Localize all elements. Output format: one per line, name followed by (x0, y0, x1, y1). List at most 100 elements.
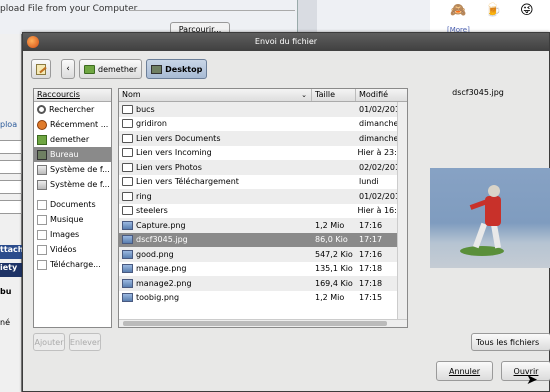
file-name-cell: good.png (119, 249, 312, 259)
bookmark-item[interactable]: Images (34, 227, 111, 242)
page-field[interactable] (0, 180, 22, 194)
column-modified-header[interactable]: Modifié (356, 89, 407, 101)
file-row[interactable]: dscf3045.jpg 86,0 Kio 17:17 (119, 232, 407, 247)
cancel-label: Annuler (448, 366, 481, 376)
home-folder-icon (84, 64, 95, 74)
file-name: Capture.png (136, 220, 186, 230)
file-row[interactable]: gridiron dimanche (119, 117, 407, 132)
place-label: Bureau (50, 150, 79, 159)
file-name-cell: manage2.png (119, 278, 312, 288)
place-item[interactable]: Système de f... (34, 177, 111, 192)
smiley-icon[interactable]: 🍺 (485, 3, 501, 18)
file-name-cell: Capture.png (119, 220, 312, 230)
folder-icon (122, 177, 133, 187)
bookmark-item[interactable]: Vidéos (34, 242, 111, 257)
place-item[interactable]: Système de f... (34, 162, 111, 177)
figurine-leg (472, 222, 488, 249)
file-size: 1,2 Mio (315, 293, 345, 303)
bookmark-item[interactable]: Télécharge... (34, 257, 111, 272)
folder-icon (37, 229, 47, 240)
file-row[interactable]: Lien vers Photos 02/02/2010 (119, 160, 407, 175)
dialog-titlebar[interactable]: Envoi du fichier (23, 33, 549, 51)
place-item[interactable]: demether (34, 132, 111, 147)
bookmark-label: Vidéos (50, 245, 77, 254)
page-field[interactable] (0, 140, 22, 154)
file-type-filter[interactable]: Tous les fichiers (471, 333, 550, 351)
places-panel: Raccourcis Rechercher Récemment ... demeth… (33, 88, 112, 328)
file-row[interactable]: Lien vers Incoming Hier à 23:45 (119, 146, 407, 161)
file-name-cell: Lien vers Incoming (119, 148, 311, 158)
place-label: Système de f... (50, 165, 110, 174)
place-item[interactable]: Récemment ... (34, 117, 111, 132)
page-label: né (0, 318, 10, 327)
upload-label: pload File from your Computer (0, 4, 138, 14)
place-label: demether (50, 135, 90, 144)
folder-icon (122, 133, 133, 143)
place-item[interactable]: Rechercher (34, 102, 111, 117)
file-row[interactable]: bucs 01/02/2010 (119, 102, 407, 117)
image-file-icon (122, 278, 133, 288)
folder-icon (37, 199, 47, 210)
place-item[interactable]: Bureau (34, 147, 111, 162)
cancel-button[interactable]: Annuler (436, 361, 493, 381)
file-row[interactable]: ring 01/02/2010 (119, 189, 407, 204)
path-crumb-label: demether (98, 64, 138, 74)
path-crumb-home[interactable]: demether (79, 59, 143, 79)
image-file-icon (122, 293, 133, 303)
mouse-cursor-icon: ➤ (526, 372, 538, 388)
bookmark-label: Images (50, 230, 80, 239)
smiley-icon[interactable]: 🙈 (450, 3, 466, 18)
figurine-leg (490, 223, 502, 249)
add-bookmark-button[interactable]: Ajouter (33, 333, 65, 351)
file-list-vscrollbar[interactable] (397, 102, 407, 327)
file-row[interactable]: Lien vers Documents dimanche (119, 131, 407, 146)
file-row[interactable]: manage2.png 169,4 Kio 17:18 (119, 276, 407, 291)
file-size: 169,4 Kio (315, 278, 353, 288)
file-name: Lien vers Incoming (136, 148, 212, 158)
safety-header: iety (0, 263, 22, 277)
folder-icon (37, 214, 47, 225)
file-name-cell: toobig.png (119, 293, 312, 303)
file-row[interactable]: toobig.png 1,2 Mio 17:15 (119, 291, 407, 306)
file-size: 86,0 Kio (315, 235, 348, 245)
column-size-header[interactable]: Taille (312, 89, 356, 101)
bookmark-item[interactable]: Documents (34, 197, 111, 212)
path-crumb-desktop[interactable]: Desktop (146, 59, 208, 79)
file-list-hscrollbar[interactable] (119, 319, 407, 327)
file-name: good.png (136, 249, 174, 259)
bookmark-label: Documents (50, 200, 96, 209)
file-list: Nom ⌄ Taille Modifié bucs 01/02/2010 gridi… (118, 88, 408, 328)
scroll-thumb[interactable] (123, 321, 387, 326)
image-file-icon (122, 220, 133, 230)
file-name-cell: Lien vers Documents (119, 133, 312, 143)
type-location-button[interactable] (31, 59, 51, 79)
desktop-icon (37, 149, 47, 160)
file-row[interactable]: good.png 547,2 Kio 17:16 (119, 247, 407, 262)
smiley-icon[interactable]: 😜 (520, 3, 534, 18)
place-label: Récemment ... (50, 120, 109, 129)
file-name: gridiron (136, 119, 167, 129)
page-field[interactable] (0, 200, 22, 214)
bookmark-item[interactable]: Musique (34, 212, 111, 227)
edit-icon (36, 63, 46, 75)
file-upload-dialog: Envoi du fichier ‹ demether Desktop Racc… (22, 32, 550, 392)
image-file-icon (122, 264, 133, 274)
file-name-cell: steelers (119, 206, 311, 216)
file-name: dscf3045.jpg (136, 235, 188, 245)
file-row[interactable]: Lien vers Téléchargement lundi (119, 175, 407, 190)
remove-bookmark-button[interactable]: Enlever (69, 333, 101, 351)
page-field[interactable] (0, 160, 22, 174)
path-bar: ‹ demether Desktop (31, 59, 208, 79)
file-row[interactable]: Capture.png 1,2 Mio 17:16 (119, 218, 407, 233)
place-label: Rechercher (49, 105, 95, 114)
dialog-title: Envoi du fichier (254, 37, 318, 46)
preview-filename: dscf3045.jpg (452, 88, 504, 97)
path-back-button[interactable]: ‹ (61, 59, 75, 79)
file-row[interactable]: steelers Hier à 16:30 (119, 204, 407, 219)
file-size: 547,2 Kio (315, 249, 353, 259)
file-name: bucs (136, 104, 155, 114)
column-name-header[interactable]: Nom ⌄ (119, 89, 312, 101)
upload-link[interactable]: ploa (0, 120, 17, 129)
column-label: Nom (122, 90, 141, 99)
file-row[interactable]: manage.png 135,1 Kio 17:18 (119, 262, 407, 277)
